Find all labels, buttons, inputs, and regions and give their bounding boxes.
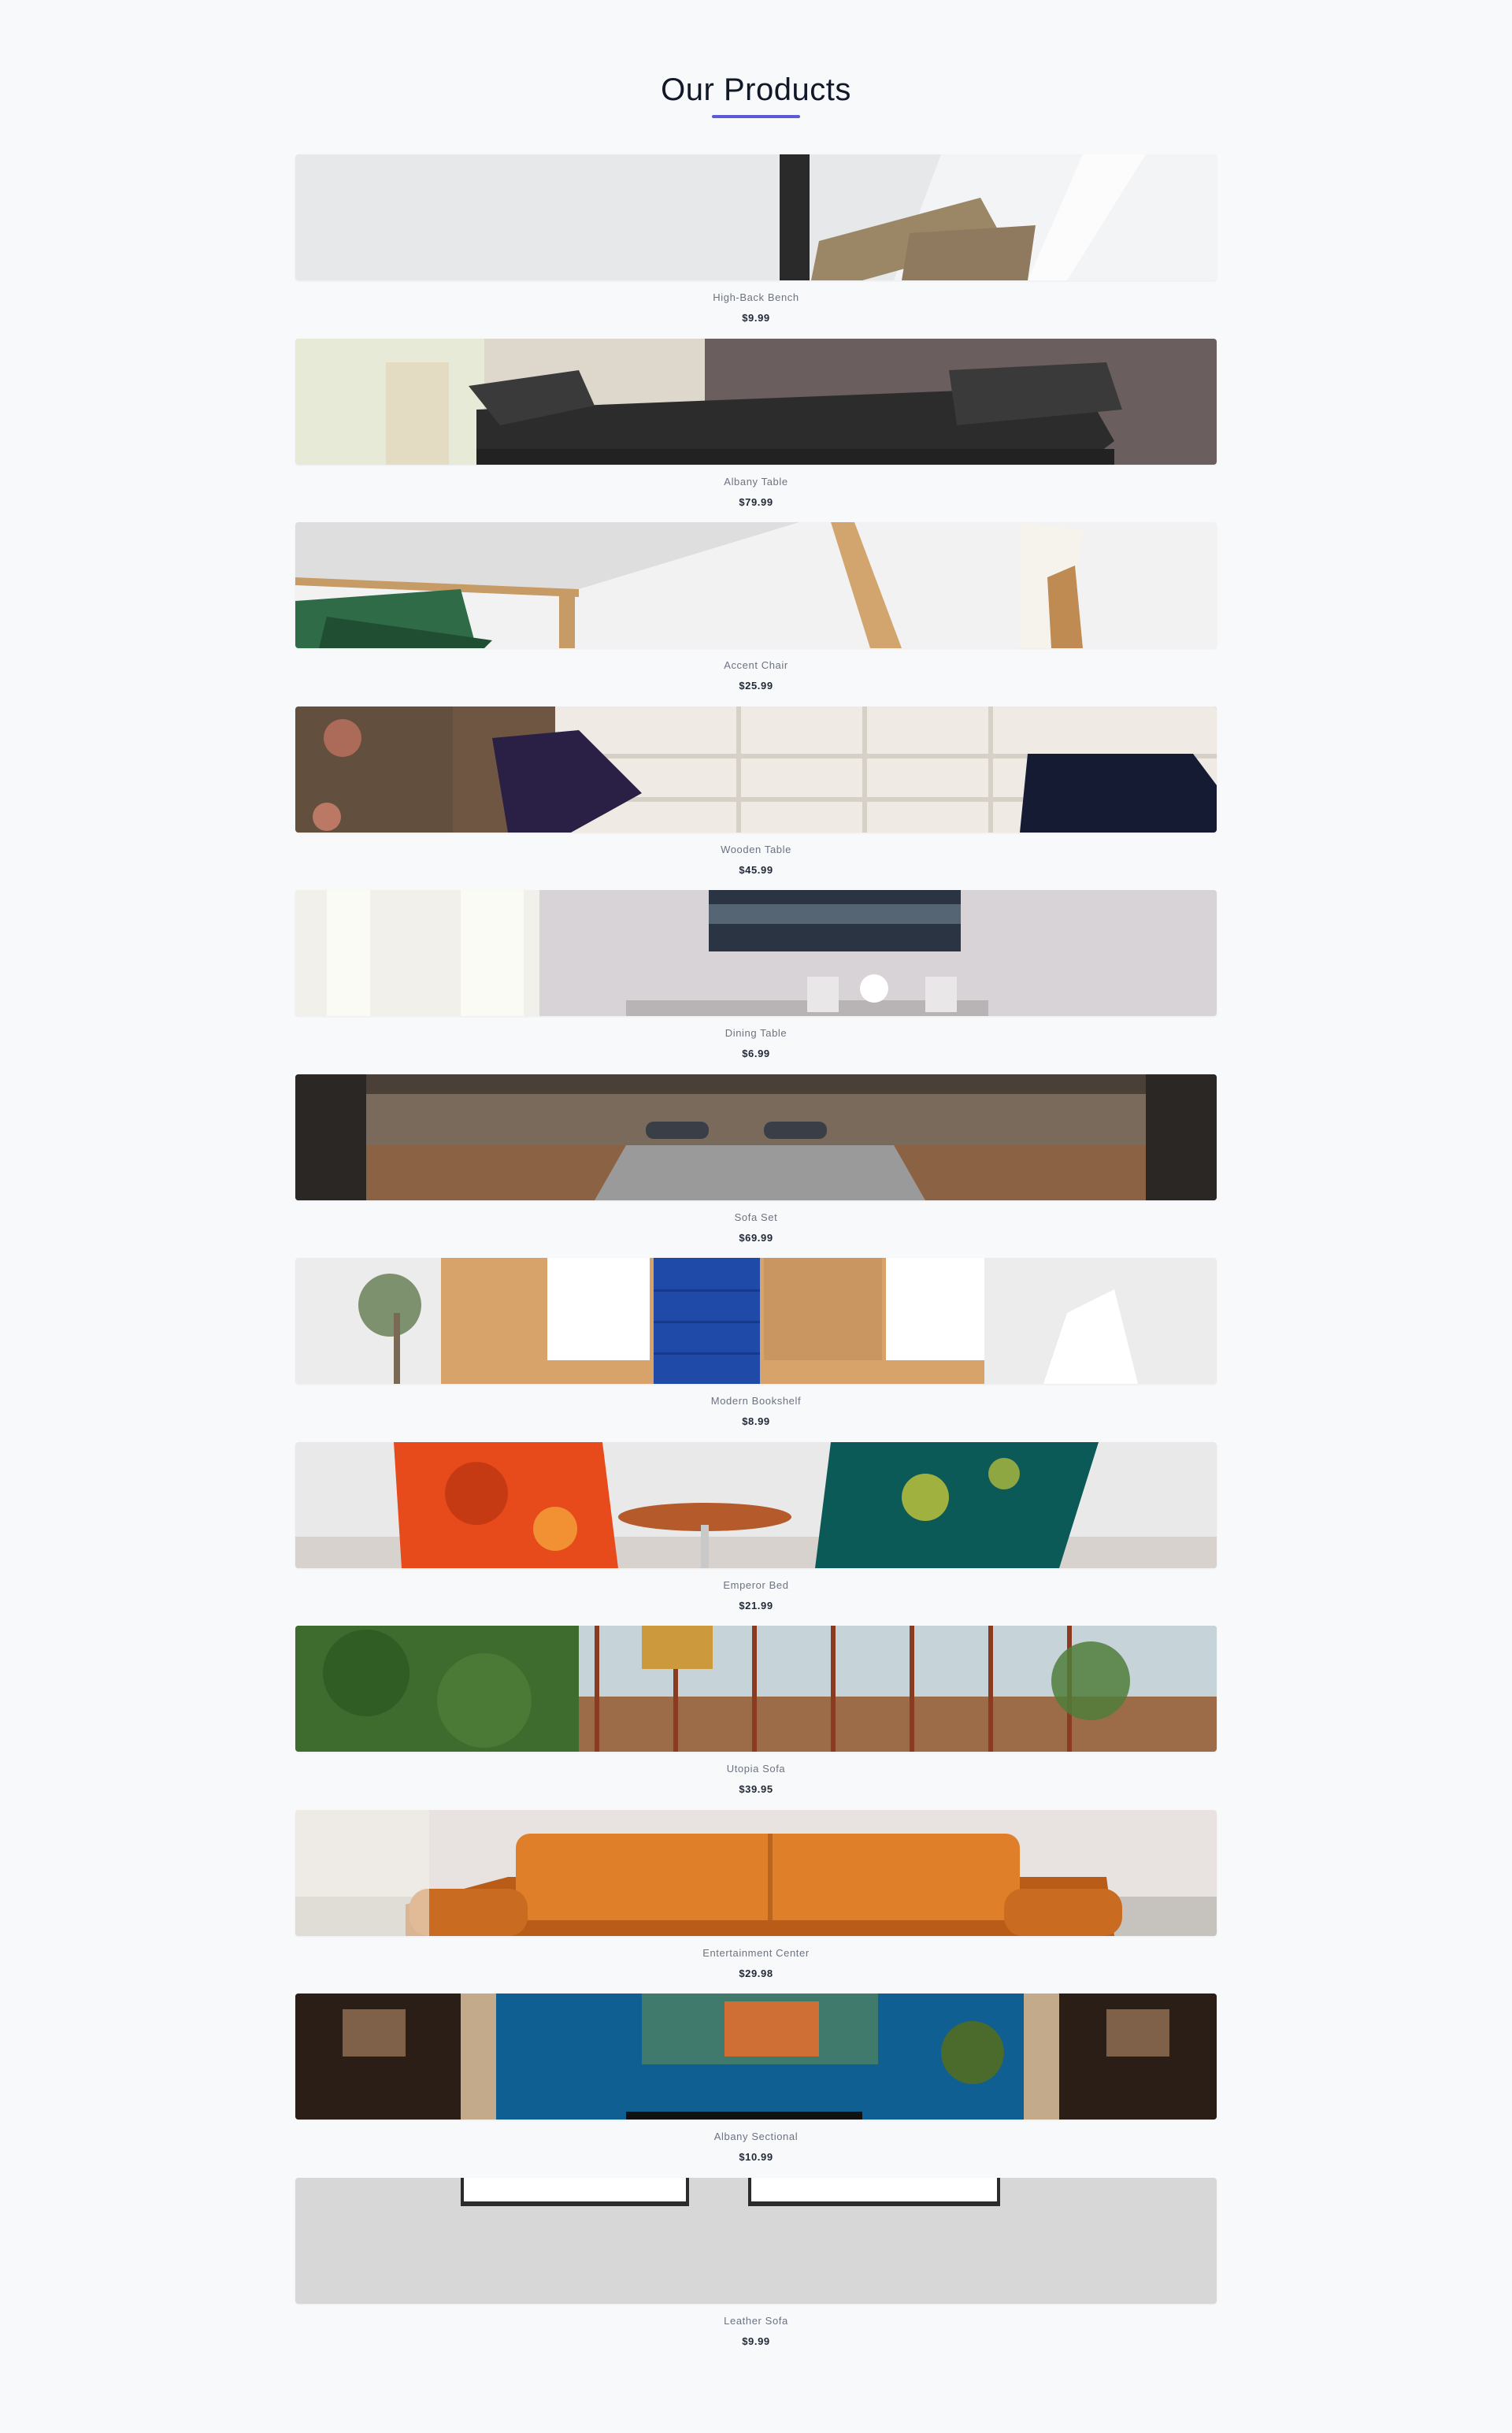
products-header: Our Products <box>0 69 1512 118</box>
product-price: $8.99 <box>742 1415 770 1427</box>
product-image[interactable] <box>295 522 1217 648</box>
product-price: $45.99 <box>739 863 773 876</box>
product-price: $25.99 <box>739 680 773 692</box>
product-name: Albany Sectional <box>713 2131 799 2142</box>
product-card: High-Back Bench $9.99 <box>295 154 1217 339</box>
product-card: Emperor Bed $21.99 <box>295 1441 1217 1626</box>
product-image[interactable] <box>295 2177 1217 2304</box>
photo-icon <box>295 1258 1217 1384</box>
product-image[interactable] <box>295 890 1217 1016</box>
product-name: Accent Chair <box>724 659 788 671</box>
product-card: Wooden Table $45.99 <box>295 706 1217 891</box>
product-image[interactable] <box>295 154 1217 280</box>
product-card: Albany Sectional $10.99 <box>295 1994 1217 2178</box>
product-card: Entertainment Center $29.98 <box>295 1809 1217 1994</box>
photo-icon <box>295 1074 1217 1200</box>
product-image[interactable] <box>295 1626 1217 1752</box>
photo-icon <box>295 1626 1217 1752</box>
product-list: High-Back Bench $9.99 Albany Table $79.9… <box>295 154 1217 2361</box>
product-price: $6.99 <box>742 1048 770 1059</box>
product-card: Dining Table $6.99 <box>295 890 1217 1074</box>
product-price: $9.99 <box>742 312 770 324</box>
photo-icon <box>295 706 1217 833</box>
product-price: $69.99 <box>739 1231 773 1244</box>
product-name: Wooden Table <box>721 843 791 855</box>
photo-icon <box>295 890 1217 1016</box>
product-card: Modern Bookshelf $8.99 <box>295 1258 1217 1442</box>
product-name: Albany Table <box>724 475 788 488</box>
photo-icon <box>295 1994 1217 2120</box>
product-price: $79.99 <box>739 495 773 508</box>
product-name: Utopia Sofa <box>726 1763 786 1775</box>
product-price: $10.99 <box>739 2151 773 2163</box>
product-price: $29.98 <box>739 1967 773 1979</box>
product-price: $39.95 <box>739 1783 773 1795</box>
product-card: Leather Sofa $9.99 <box>295 2177 1217 2362</box>
photo-icon <box>295 154 1217 280</box>
product-price: $21.99 <box>739 1599 773 1611</box>
product-image[interactable] <box>295 1258 1217 1384</box>
product-image[interactable] <box>295 1074 1217 1200</box>
title-underline <box>712 115 800 118</box>
photo-icon <box>295 1441 1217 1568</box>
product-price: $9.99 <box>742 2335 770 2347</box>
photo-icon <box>295 338 1217 465</box>
product-image[interactable] <box>295 1441 1217 1568</box>
product-card: Accent Chair $25.99 <box>295 522 1217 707</box>
product-card: Albany Table $79.99 <box>295 338 1217 523</box>
products-page: Our Products High-Back Bench $9.99 Alban… <box>0 0 1512 2433</box>
photo-icon <box>295 1809 1217 1936</box>
product-name: Modern Bookshelf <box>710 1395 802 1407</box>
photo-icon <box>295 2177 1217 2304</box>
product-image[interactable] <box>295 1994 1217 2120</box>
product-name: Entertainment Center <box>702 1946 810 1959</box>
product-image[interactable] <box>295 1809 1217 1936</box>
product-image[interactable] <box>295 706 1217 833</box>
photo-icon <box>295 522 1217 648</box>
product-name: High-Back Bench <box>713 291 799 303</box>
product-card: Sofa Set $69.99 <box>295 1074 1217 1259</box>
page-title: Our Products <box>661 72 851 107</box>
product-name: Dining Table <box>724 1027 788 1039</box>
product-name: Sofa Set <box>734 1211 778 1223</box>
product-card: Utopia Sofa $39.95 <box>295 1626 1217 1810</box>
product-name: Emperor Bed <box>723 1578 789 1591</box>
product-image[interactable] <box>295 338 1217 465</box>
product-name: Leather Sofa <box>724 2314 788 2327</box>
